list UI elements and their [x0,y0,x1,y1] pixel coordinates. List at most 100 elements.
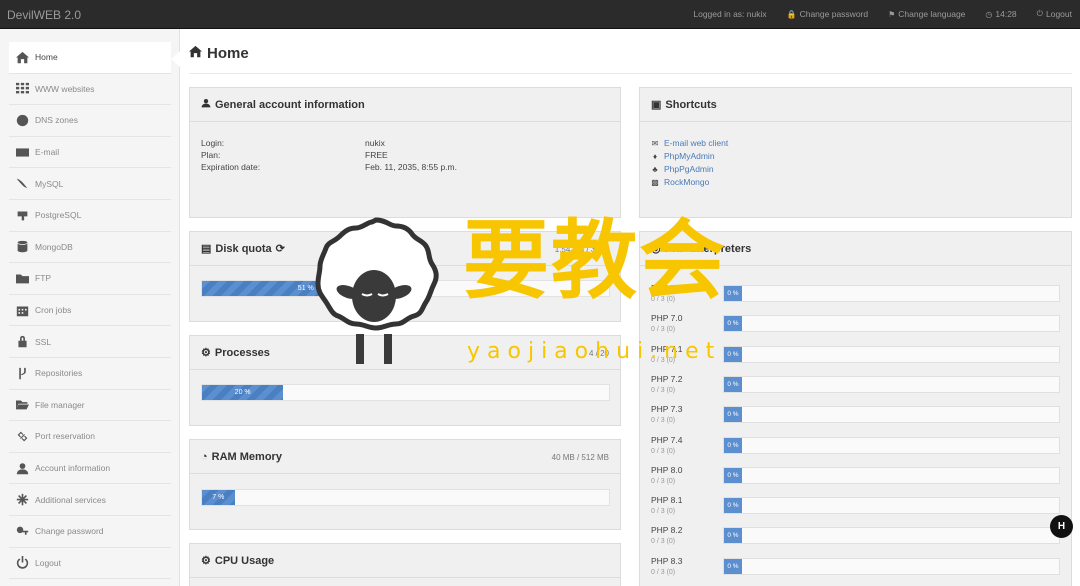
sidebar-item-port-reservation[interactable]: Port reservation [9,421,171,453]
sidebar-item-file-manager[interactable]: File manager [9,390,171,422]
sidebar-item-home[interactable]: Home [9,42,171,74]
folder-open-icon [9,398,35,411]
sidebar-item-change-password[interactable]: Change password [9,516,171,548]
active-indicator [171,51,180,67]
php-progress-bar: 0 % [723,406,1060,424]
change-language-link[interactable]: ⚑ Change language [888,9,965,19]
key-icon [9,525,35,538]
sidebar-item-label: Repositories [35,368,83,379]
sidebar-item-label: Port reservation [35,431,95,442]
sidebar-item-logout[interactable]: Logout [9,548,171,580]
php-row: PHP 7.2 0 / 3 (0) 0 % [651,374,1060,404]
php-row: PHP 8.1 0 / 3 (0) 0 % [651,495,1060,525]
php-row: PHP 8.0 0 / 3 (0) 0 % [651,465,1060,495]
php-progress-bar: 0 % [723,466,1060,484]
sidebar-item-label: Account information [35,463,111,474]
sidebar-item-www-websites[interactable]: WWW websites [9,74,171,106]
ram-progress-bar: 7 % [201,489,610,506]
user-icon [201,98,211,111]
ram-usage: 40 MB / 512 MB [551,453,609,462]
brand-logo[interactable]: DevilWEB 2.0 [7,8,81,22]
user-icon [9,462,35,475]
pie-chart-icon: ◔ [201,450,208,463]
dolphin-icon: ♦ [652,151,658,161]
envelope-icon [9,146,35,159]
sidebar-item-label: FTP [35,273,52,284]
shortcut-phppgadmin[interactable]: ♣ PhpPgAdmin [651,164,713,174]
flag-icon: ⚑ [888,9,896,19]
shortcut-rockmongo[interactable]: ▩ RockMongo [651,177,709,187]
power-icon: ⏻ [1036,9,1043,18]
plan-value: FREE [365,150,388,160]
elephant-icon [9,209,35,222]
plan-label: Plan: [201,150,221,160]
database-icon: ▩ [651,177,659,187]
sidebar-item-label: Change password [35,526,104,537]
floating-action-button[interactable]: H [1050,515,1073,538]
folder-icon [9,272,35,285]
sidebar-item-label: PostgreSQL [35,210,82,221]
sidebar-item-ftp[interactable]: FTP [9,263,171,295]
logged-in-status: Logged in as: nukix [693,9,767,19]
sidebar-item-label: DNS zones [35,115,78,126]
change-password-link[interactable]: 🔒 Change password [787,9,868,19]
refresh-icon[interactable]: ⟳ [276,242,285,255]
processes-progress-fill: 20 % [202,385,284,400]
power-icon [9,556,35,570]
globe-icon [9,114,35,127]
top-bar: DevilWEB 2.0 Logged in as: nukix 🔒 Change… [0,0,1080,29]
sidebar-item-email[interactable]: E-mail [9,137,171,169]
shortcut-email-web-client[interactable]: ✉ E-mail web client [651,138,729,148]
php-row: PHP 7.3 0 / 3 (0) 0 % [651,404,1060,434]
panel-header: ▣ Shortcuts [640,88,1071,122]
home-icon [9,51,35,64]
sidebar-item-label: Home [35,52,58,63]
php-progress-bar: 0 % [723,285,1060,302]
cpu-panel: ⚙ CPU Usage [189,543,621,586]
sidebar-item-postgresql[interactable]: PostgreSQL [9,200,171,232]
expiration-value: Feb. 11, 2035, 8:55 p.m. [365,162,457,172]
branch-icon [9,367,35,380]
sidebar-item-account-information[interactable]: Account information [9,453,171,485]
external-link-icon: ▣ [651,99,662,111]
php-progress-bar: 0 % [723,557,1060,575]
php-row: PHP 7.4 0 / 3 (0) 0 % [651,435,1060,465]
php-progress-bar: 0 % [723,315,1060,333]
sidebar-item-label: E-mail [35,147,60,158]
lock-icon [9,335,35,348]
sidebar-item-mysql[interactable]: MySQL [9,168,171,200]
envelope-icon: ✉ [651,138,659,148]
sidebar-item-label: MongoDB [35,241,73,252]
sidebar-item-label: MySQL [35,178,64,189]
sidebar-item-mongodb[interactable]: MongoDB [9,232,171,264]
panel-header: ⚙ CPU Usage [190,544,620,578]
sidebar-item-repositories[interactable]: Repositories [9,358,171,390]
sidebar-item-cron-jobs[interactable]: Cron jobs [9,295,171,327]
clock: ◷ 14:28 [985,9,1017,19]
logout-link[interactable]: ⏻ Logout [1037,9,1072,19]
elephant-icon: ♣ [652,164,658,174]
sidebar-item-label: SSL [35,336,52,347]
link-icon [9,430,35,443]
ram-progress-fill: 7 % [202,490,235,505]
database-icon [9,240,35,253]
sidebar-item-label: Logout [35,557,61,568]
account-info-panel: General account information Login: nukix… [189,87,621,218]
sidebar-item-label: File manager [35,399,85,410]
top-nav: Logged in as: nukix 🔒 Change password ⚑ Ch… [693,9,1072,19]
sidebar-item-ssl[interactable]: SSL [9,326,171,358]
sidebar-item-additional-services[interactable]: Additional services [9,484,171,516]
sidebar-item-dns-zones[interactable]: DNS zones [9,105,171,137]
login-value: nukix [365,138,385,148]
calendar-icon [9,304,35,317]
php-row: PHP 8.3 0 / 3 (0) 0 % [651,556,1060,586]
sidebar: Home WWW websites DNS zones E-mail MySQL… [0,29,180,586]
sheep-watermark-icon [315,217,439,364]
shortcuts-panel: ▣ Shortcuts ✉ E-mail web client ♦ PhpMyAdm… [639,87,1072,218]
hdd-icon: ▤ [201,243,212,255]
home-icon [189,45,202,62]
shortcut-phpmyadmin[interactable]: ♦ PhpMyAdmin [651,151,715,161]
php-progress-bar: 0 % [723,527,1060,545]
sidebar-item-label: Additional services [35,494,106,505]
grid-icon [9,82,35,95]
